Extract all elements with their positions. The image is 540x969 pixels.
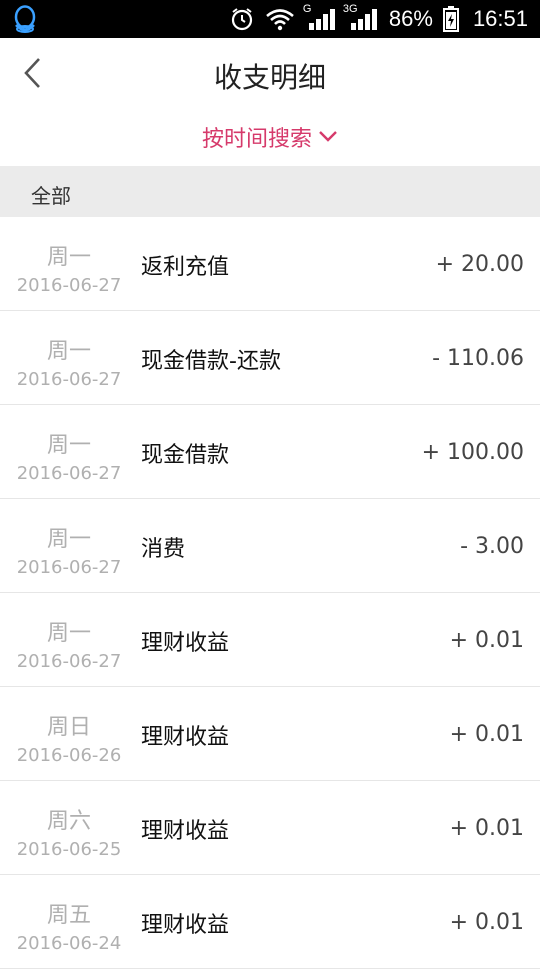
alarm-icon <box>229 6 255 32</box>
date-label: 2016-06-26 <box>16 745 122 766</box>
weekday-label: 周一 <box>46 621 91 646</box>
date-label: 2016-06-27 <box>16 275 122 296</box>
section-label: 全部 <box>31 184 71 208</box>
signal-icon: G <box>303 3 337 31</box>
page-title: 收支明细 <box>213 61 326 94</box>
transaction-name: 理财收益 <box>141 725 230 750</box>
date-label: 2016-06-27 <box>16 463 122 484</box>
transaction-amount: + 0.01 <box>449 816 524 841</box>
transaction-name: 理财收益 <box>141 819 230 844</box>
transaction-amount: + 0.01 <box>449 910 524 935</box>
date-label: 2016-06-25 <box>16 839 122 860</box>
transaction-row[interactable]: 周一 2016-06-27 返利充值 + 20.00 <box>0 217 540 311</box>
chevron-down-icon <box>318 128 338 147</box>
weekday-label: 周一 <box>46 245 91 270</box>
transaction-amount: + 20.00 <box>435 252 524 277</box>
transaction-amount: + 0.01 <box>449 722 524 747</box>
transaction-amount: + 100.00 <box>421 440 524 465</box>
transaction-row[interactable]: 周日 2016-06-26 理财收益 + 0.01 <box>0 687 540 781</box>
transaction-name: 理财收益 <box>141 631 230 656</box>
network-g-label: G <box>302 3 312 15</box>
transaction-row[interactable]: 周一 2016-06-27 现金借款 + 100.00 <box>0 405 540 499</box>
transaction-amount: - 3.00 <box>460 534 524 559</box>
time-search-label: 按时间搜索 <box>201 127 312 152</box>
section-header-all: 全部 <box>0 166 540 217</box>
transaction-name: 现金借款 <box>141 443 230 468</box>
status-bar: G 3G 86% 16:51 <box>0 0 540 38</box>
weekday-label: 周日 <box>46 715 91 740</box>
transaction-row[interactable]: 周五 2016-06-24 理财收益 + 0.01 <box>0 875 540 969</box>
weekday-label: 周六 <box>46 809 91 834</box>
app-header: 收支明细 <box>0 38 540 108</box>
time-search-dropdown[interactable]: 按时间搜索 <box>0 108 540 166</box>
clock: 16:51 <box>472 6 528 31</box>
weekday-label: 周五 <box>46 903 91 928</box>
weekday-label: 周一 <box>46 527 91 552</box>
wifi-icon <box>265 7 295 31</box>
transaction-amount: + 0.01 <box>449 628 524 653</box>
battery-percent: 86% <box>388 6 433 31</box>
weekday-label: 周一 <box>46 433 91 458</box>
date-label: 2016-06-27 <box>16 369 122 390</box>
network-3g-label: 3G <box>342 3 358 15</box>
signal-3g-icon: 3G <box>343 3 379 31</box>
transaction-row[interactable]: 周一 2016-06-27 消费 - 3.00 <box>0 499 540 593</box>
transaction-name: 理财收益 <box>141 913 230 938</box>
weekday-label: 周一 <box>46 339 91 364</box>
transaction-list: 周一 2016-06-27 返利充值 + 20.00 周一 2016-06-27… <box>0 217 540 969</box>
date-label: 2016-06-24 <box>16 933 122 954</box>
transaction-row[interactable]: 周六 2016-06-25 理财收益 + 0.01 <box>0 781 540 875</box>
transaction-amount: - 110.06 <box>432 346 524 371</box>
transaction-row[interactable]: 周一 2016-06-27 现金借款-还款 - 110.06 <box>0 311 540 405</box>
date-label: 2016-06-27 <box>16 651 122 672</box>
qq-icon <box>12 5 38 33</box>
battery-icon <box>442 6 459 32</box>
transaction-row[interactable]: 周一 2016-06-27 理财收益 + 0.01 <box>0 593 540 687</box>
transaction-name: 现金借款-还款 <box>141 349 281 374</box>
transaction-name: 消费 <box>141 537 186 562</box>
transaction-name: 返利充值 <box>141 255 230 280</box>
date-label: 2016-06-27 <box>16 557 122 578</box>
